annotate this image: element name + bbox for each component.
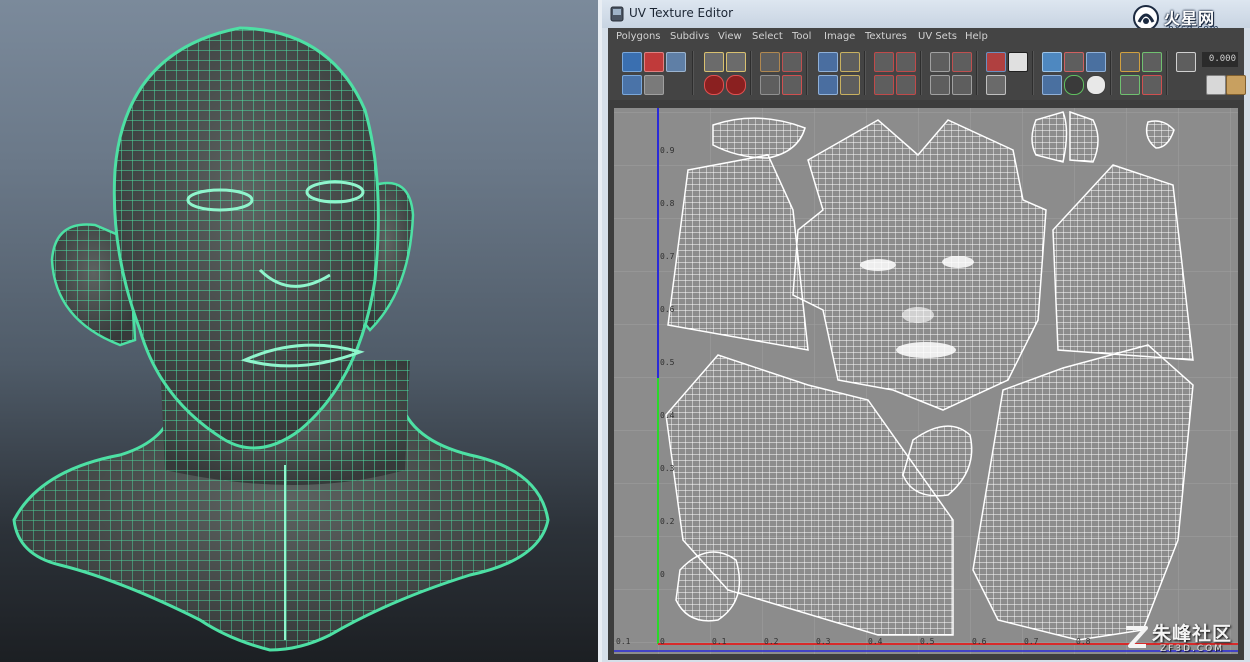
v-tick-label: 0.3 <box>660 464 675 473</box>
flip-uv-vertical-icon[interactable] <box>726 52 746 72</box>
toolbar-separator <box>864 51 866 95</box>
watermark-url: ZF3D.COM <box>1160 644 1224 654</box>
v-tick-label: 0.8 <box>660 199 675 208</box>
toolbar-separator <box>1166 51 1168 95</box>
v-tick-label: 0.6 <box>660 305 675 314</box>
convert-to-faces-icon[interactable] <box>952 75 972 95</box>
u-tick-label: 0.2 <box>764 637 779 646</box>
menubar: Polygons Subdivs View Select Tool Image … <box>608 28 1244 47</box>
menu-image[interactable]: Image <box>824 31 855 42</box>
zf3d-watermark: 朱峰社区 ZF3D.COM <box>1116 618 1246 660</box>
menu-select[interactable]: Select <box>752 31 783 42</box>
menu-tool[interactable]: Tool <box>792 31 811 42</box>
toolbar-separator <box>806 51 808 95</box>
paste-uvs-icon[interactable] <box>1226 75 1246 95</box>
checker-map-icon[interactable] <box>1008 52 1028 72</box>
uv-border-icon[interactable] <box>952 52 972 72</box>
split-uv-icon[interactable] <box>782 52 802 72</box>
grid-uvs-icon[interactable] <box>840 52 860 72</box>
u-tick-label: 0.5 <box>920 637 935 646</box>
u-tick-label: 0 <box>660 637 665 646</box>
pixel-snap-icon[interactable] <box>1064 52 1084 72</box>
u-tick-label: 0.3 <box>816 637 831 646</box>
v-tick-label: 0.2 <box>660 517 675 526</box>
uv-texture-editor-window[interactable]: UV Texture Editor 火星网 hxsd.com Polygons … <box>602 0 1250 662</box>
zf3d-logo-icon <box>1126 626 1148 648</box>
tweak-uv-tool-icon[interactable] <box>644 75 664 95</box>
flip-uv-horizontal-icon[interactable] <box>704 52 724 72</box>
use-image-ratio-icon[interactable] <box>1142 75 1162 95</box>
uv-value-field[interactable]: 0.000 <box>1202 52 1238 67</box>
display-image-icon[interactable] <box>1120 75 1140 95</box>
layout-uvs-icon[interactable] <box>818 52 838 72</box>
uv-smudge-tool-icon[interactable] <box>666 52 686 72</box>
convert-to-uvs-icon[interactable] <box>930 75 950 95</box>
image-filter-icon[interactable] <box>1120 52 1140 72</box>
toolbar-separator <box>1110 51 1112 95</box>
copy-uvs-icon[interactable] <box>1206 75 1226 95</box>
rotate-uv-ccw-icon[interactable] <box>704 75 724 95</box>
move-and-sew-icon[interactable] <box>782 75 802 95</box>
select-uv-shell-icon[interactable] <box>930 52 950 72</box>
u-tick-label: 0.1 <box>712 637 727 646</box>
uv-layout-view[interactable] <box>608 100 1244 660</box>
align-uvs-max-v-icon[interactable] <box>896 75 916 95</box>
align-uvs-max-u-icon[interactable] <box>896 52 916 72</box>
menu-view[interactable]: View <box>718 31 742 42</box>
toolbar-separator <box>750 51 752 95</box>
3d-viewport[interactable] <box>0 0 598 662</box>
u-tick-label: 0.4 <box>868 637 883 646</box>
snapshot-icon[interactable] <box>986 52 1006 72</box>
rgb-channels-icon[interactable] <box>1064 75 1084 95</box>
uv-coordinate-mode-icon[interactable] <box>1176 52 1196 72</box>
editor-client-area: Polygons Subdivs View Select Tool Image … <box>608 28 1246 660</box>
watermark-text: 朱峰社区 <box>1152 623 1233 645</box>
toolbar-separator <box>976 51 978 95</box>
select-shortest-edge-path-icon[interactable] <box>622 75 642 95</box>
move-uv-shell-tool-icon[interactable] <box>644 52 664 72</box>
menu-uv-sets[interactable]: UV Sets <box>918 31 957 42</box>
head-wireframe-mesh <box>12 26 550 652</box>
u-tick-label: 0.1 <box>616 637 631 646</box>
sew-uv-edges-icon[interactable] <box>760 75 780 95</box>
uv-shells[interactable] <box>665 110 1194 641</box>
toolbar-separator <box>920 51 922 95</box>
window-title: UV Texture Editor <box>629 6 734 20</box>
maya-window-icon <box>610 6 624 22</box>
dim-image-icon[interactable] <box>1142 52 1162 72</box>
cut-uv-edges-icon[interactable] <box>760 52 780 72</box>
image-range-icon[interactable] <box>986 75 1006 95</box>
menu-polygons[interactable]: Polygons <box>616 31 661 42</box>
u-tick-label: 0.8 <box>1076 637 1091 646</box>
v-tick-label: 0.4 <box>660 411 675 420</box>
texture-borders-icon[interactable] <box>1042 75 1062 95</box>
v-tick-label: 0 <box>660 570 665 579</box>
menu-textures[interactable]: Textures <box>865 31 907 42</box>
shade-uvs-icon[interactable] <box>1086 52 1106 72</box>
menu-help[interactable]: Help <box>965 31 988 42</box>
u-tick-label: 0.7 <box>1024 637 1039 646</box>
uv-canvas[interactable]: 0.1 0 0.1 0.2 0.3 0.4 0.5 0.6 0.7 0.8 0.… <box>608 100 1244 660</box>
u-tick-label: 0.6 <box>972 637 987 646</box>
toggle-grid-icon[interactable] <box>1042 52 1062 72</box>
alpha-channel-icon[interactable] <box>1086 75 1106 95</box>
toolbar-separator <box>1032 51 1034 95</box>
toolbar: 0.000 <box>608 47 1246 100</box>
align-uvs-min-v-icon[interactable] <box>874 75 894 95</box>
rotate-uv-cw-icon[interactable] <box>726 75 746 95</box>
align-uvs-min-u-icon[interactable] <box>874 52 894 72</box>
menu-subdivs[interactable]: Subdivs <box>670 31 709 42</box>
v-tick-label: 0.9 <box>660 146 675 155</box>
uv-lattice-tool-icon[interactable] <box>622 52 642 72</box>
v-tick-label: 0.7 <box>660 252 675 261</box>
unfold-uvs-icon[interactable] <box>818 75 838 95</box>
titlebar[interactable]: UV Texture Editor 火星网 hxsd.com <box>602 0 1250 34</box>
relax-uvs-icon[interactable] <box>840 75 860 95</box>
v-tick-label: 0.5 <box>660 358 675 367</box>
toolbar-separator <box>692 51 694 95</box>
